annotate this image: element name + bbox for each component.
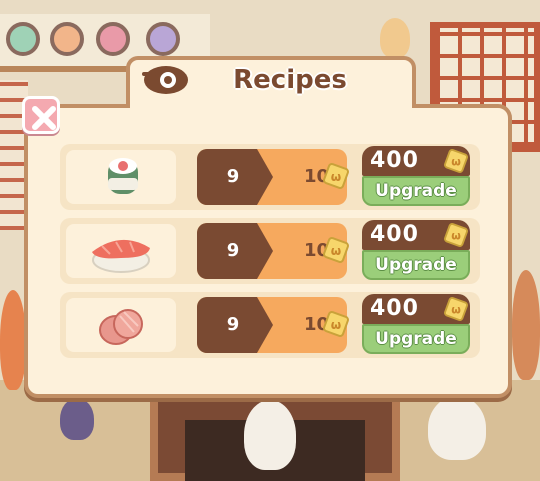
dish-slot — [66, 150, 176, 204]
upgrade-cost: 400 ω — [362, 220, 470, 250]
upgrade-label[interactable]: Upgrade — [362, 324, 470, 354]
dish-slot — [66, 224, 176, 278]
level-bar: 9 10 ω — [197, 297, 349, 353]
coin-icon: ω — [444, 149, 468, 177]
upgrade-cost-value: 400 — [370, 148, 419, 173]
recipe-row: 9 10 ω 400 ω Upgrade — [60, 218, 480, 284]
upgrade-cost-value: 400 — [370, 222, 419, 247]
coin-icon: ω — [323, 163, 349, 193]
bowl-icon — [140, 64, 190, 96]
tuna-nigiri-icon — [92, 239, 150, 273]
maki-roll-icon — [108, 158, 138, 194]
upgrade-button[interactable]: 400 ω Upgrade — [362, 294, 470, 354]
recipe-row: 9 10 ω 400 ω Upgrade — [60, 144, 480, 210]
background-character — [244, 400, 296, 470]
dish-slot — [66, 298, 176, 352]
upgrade-cost: 400 ω — [362, 146, 470, 176]
upgrade-cost: 400 ω — [362, 294, 470, 324]
background-character — [380, 18, 410, 58]
level-bar: 9 10 ω — [197, 223, 349, 279]
current-level: 9 — [226, 166, 240, 187]
upgrade-button[interactable]: 400 ω Upgrade — [362, 146, 470, 206]
background-character — [428, 396, 486, 460]
current-level: 9 — [226, 314, 240, 335]
svg-text:ω: ω — [331, 170, 341, 184]
svg-text:ω: ω — [451, 304, 461, 317]
svg-text:ω: ω — [331, 244, 341, 258]
upgrade-cost-value: 400 — [370, 296, 419, 321]
svg-text:ω: ω — [451, 156, 461, 169]
background-character — [512, 270, 540, 380]
background-plate — [50, 22, 84, 56]
coin-icon: ω — [323, 237, 349, 267]
coin-icon: ω — [444, 223, 468, 251]
background-plate — [6, 22, 40, 56]
dialog-tab-joint — [130, 100, 412, 114]
level-bar: 9 10 ω — [197, 149, 349, 205]
svg-text:ω: ω — [451, 230, 461, 243]
background-plate — [146, 22, 180, 56]
background-character — [60, 398, 94, 440]
salmon-slices-icon — [99, 309, 143, 345]
coin-icon: ω — [323, 311, 349, 341]
coin-icon: ω — [444, 297, 468, 325]
current-level: 9 — [226, 240, 240, 261]
dialog-title: Recipes — [233, 65, 347, 95]
upgrade-button[interactable]: 400 ω Upgrade — [362, 220, 470, 280]
upgrade-label[interactable]: Upgrade — [362, 250, 470, 280]
upgrade-label[interactable]: Upgrade — [362, 176, 470, 206]
close-button[interactable] — [22, 96, 60, 134]
background-character — [0, 290, 26, 390]
background-plate — [96, 22, 130, 56]
recipe-row: 9 10 ω 400 ω Upgrade — [60, 292, 480, 358]
svg-text:ω: ω — [331, 318, 341, 332]
close-icon — [32, 106, 56, 130]
